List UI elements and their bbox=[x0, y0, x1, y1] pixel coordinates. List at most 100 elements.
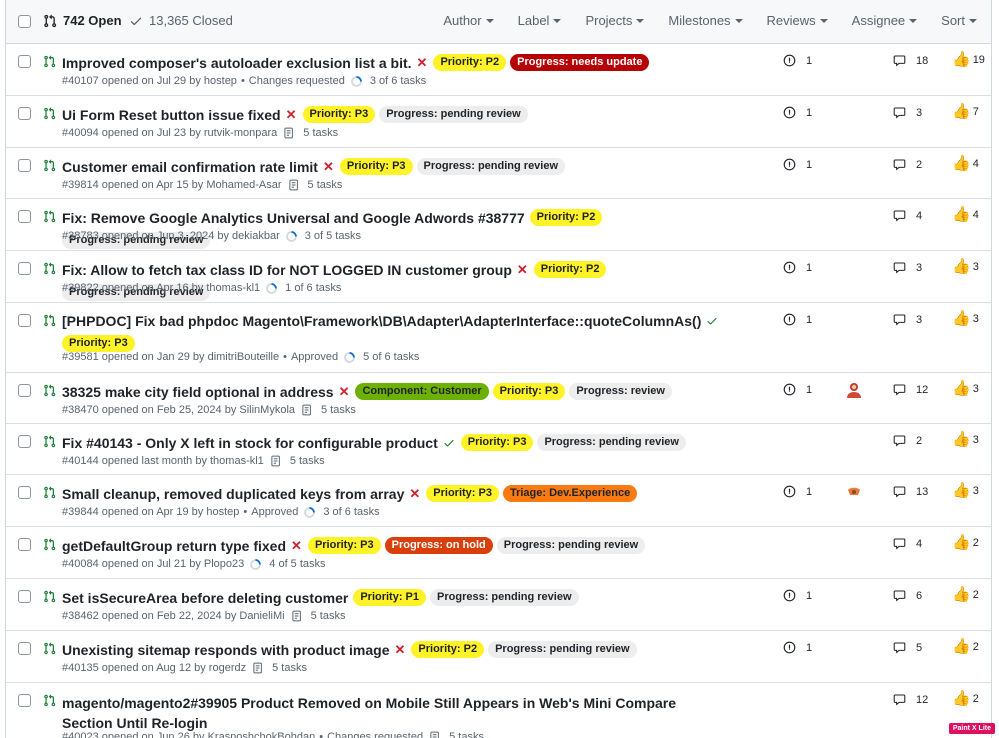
pull-request-row[interactable]: Unexisting sitemap responds with product… bbox=[6, 631, 991, 683]
author-filter[interactable]: Author bbox=[443, 13, 494, 28]
assignee-filter[interactable]: Assignee bbox=[852, 13, 918, 28]
pull-request-row[interactable]: Fix: Allow to fetch tax class ID for NOT… bbox=[6, 251, 991, 303]
row-checkbox[interactable] bbox=[18, 384, 31, 397]
thumbs-up-reaction[interactable]: 👍 4 bbox=[952, 156, 979, 171]
comments-link[interactable]: 4 bbox=[893, 209, 922, 222]
review-count[interactable]: 1 bbox=[783, 589, 812, 602]
label-priority[interactable]: Priority: P2 bbox=[533, 261, 607, 278]
label-priority[interactable]: Priority: P2 bbox=[529, 209, 603, 226]
thumbs-up-reaction[interactable]: 👍 19 bbox=[952, 52, 985, 67]
review-count[interactable]: 1 bbox=[783, 641, 812, 654]
comments-link[interactable]: 3 bbox=[893, 106, 922, 119]
assignee-avatar[interactable] bbox=[845, 381, 863, 399]
label-priority[interactable]: Priority: P3 bbox=[307, 537, 381, 554]
comments-link[interactable]: 12 bbox=[893, 383, 928, 396]
milestones-filter[interactable]: Milestones bbox=[668, 13, 743, 28]
pull-request-title[interactable]: Fix #40143 - Only X left in stock for co… bbox=[62, 435, 438, 451]
checks-passed-icon[interactable] bbox=[706, 315, 718, 327]
thumbs-up-reaction[interactable]: 👍 2 bbox=[952, 691, 979, 706]
pull-request-title[interactable]: Fix: Remove Google Analytics Universal a… bbox=[62, 210, 525, 226]
comments-link[interactable]: 13 bbox=[893, 485, 928, 498]
label-pending[interactable]: Progress: review bbox=[569, 383, 672, 400]
checks-failed-icon[interactable]: ✕ bbox=[323, 159, 334, 175]
open-filter[interactable]: 742 Open bbox=[43, 13, 122, 28]
thumbs-up-reaction[interactable]: 👍 2 bbox=[952, 587, 979, 602]
label-pending[interactable]: Progress: pending review bbox=[537, 434, 686, 451]
row-checkbox[interactable] bbox=[18, 435, 31, 448]
pull-request-row[interactable]: magento/magento2#39905 Product Removed o… bbox=[6, 683, 991, 738]
thumbs-up-reaction[interactable]: 👍 7 bbox=[952, 104, 979, 119]
review-status[interactable]: Changes requested bbox=[249, 75, 345, 87]
label-on-hold[interactable]: Progress: on hold bbox=[384, 537, 493, 554]
checks-failed-icon[interactable]: ✕ bbox=[409, 486, 420, 502]
label-triage[interactable]: Triage: Dev.Experience bbox=[502, 485, 638, 502]
sort-filter[interactable]: Sort bbox=[941, 13, 977, 28]
label-priority[interactable]: Priority: P2 bbox=[411, 641, 485, 658]
row-checkbox[interactable] bbox=[18, 486, 31, 499]
review-count[interactable]: 1 bbox=[783, 106, 812, 119]
thumbs-up-reaction[interactable]: 👍 3 bbox=[952, 381, 979, 396]
pull-request-title[interactable]: [PHPDOC] Fix bad phpdoc Magento\Framewor… bbox=[62, 313, 701, 329]
pull-request-title[interactable]: magento/magento2#39905 Product Removed o… bbox=[62, 693, 726, 733]
pull-request-title[interactable]: Customer email confirmation rate limit bbox=[62, 159, 318, 175]
comments-link[interactable]: 6 bbox=[893, 589, 922, 602]
pull-request-title[interactable]: Ui Form Reset button issue fixed bbox=[62, 107, 281, 123]
review-status[interactable]: Changes requested bbox=[327, 731, 423, 738]
pull-request-title[interactable]: getDefaultGroup return type fixed bbox=[62, 538, 286, 554]
pull-request-row[interactable]: Customer email confirmation rate limit ✕ P… bbox=[6, 148, 991, 199]
checks-failed-icon[interactable]: ✕ bbox=[291, 538, 302, 554]
projects-filter[interactable]: Projects bbox=[585, 13, 645, 28]
comments-link[interactable]: 4 bbox=[893, 537, 922, 550]
thumbs-up-reaction[interactable]: 👍 3 bbox=[952, 259, 979, 274]
closed-filter[interactable]: 13,365 Closed bbox=[129, 13, 233, 28]
pull-request-title[interactable]: Unexisting sitemap responds with product… bbox=[62, 642, 390, 658]
row-checkbox[interactable] bbox=[18, 159, 31, 172]
pull-request-row[interactable]: 38325 make city field optional in addres… bbox=[6, 373, 991, 424]
review-count[interactable]: 1 bbox=[783, 54, 812, 67]
review-count[interactable]: 1 bbox=[783, 313, 812, 326]
comments-link[interactable]: 12 bbox=[893, 693, 928, 706]
label-priority[interactable]: Priority: P3 bbox=[426, 485, 499, 502]
label-priority[interactable]: Priority: P3 bbox=[492, 383, 566, 400]
label-pending[interactable]: Progress: pending review bbox=[430, 589, 579, 606]
thumbs-up-reaction[interactable]: 👍 3 bbox=[952, 483, 979, 498]
pull-request-title[interactable]: Improved composer's autoloader exclusion… bbox=[62, 55, 412, 71]
thumbs-up-reaction[interactable]: 👍 3 bbox=[952, 432, 979, 447]
assignee-avatar[interactable] bbox=[845, 483, 863, 501]
row-checkbox[interactable] bbox=[18, 590, 31, 603]
comments-link[interactable]: 5 bbox=[893, 641, 922, 654]
label-priority[interactable]: Priority: P1 bbox=[353, 589, 427, 606]
comments-link[interactable]: 2 bbox=[893, 158, 922, 171]
pull-request-row[interactable]: Ui Form Reset button issue fixed ✕ Priorit… bbox=[6, 96, 991, 148]
checks-failed-icon[interactable]: ✕ bbox=[286, 107, 297, 123]
reviews-filter[interactable]: Reviews bbox=[767, 13, 828, 28]
label-filter[interactable]: Label bbox=[518, 13, 562, 28]
label-pending[interactable]: Progress: pending review bbox=[416, 158, 566, 175]
pull-request-title[interactable]: 38325 make city field optional in addres… bbox=[62, 384, 334, 400]
pull-request-row[interactable]: Fix #40143 - Only X left in stock for co… bbox=[6, 424, 991, 475]
row-checkbox[interactable] bbox=[18, 107, 31, 120]
pull-request-title[interactable]: Fix: Allow to fetch tax class ID for NOT… bbox=[62, 262, 512, 278]
review-count[interactable]: 1 bbox=[783, 383, 812, 396]
label-priority[interactable]: Priority: P2 bbox=[433, 54, 507, 71]
pull-request-title[interactable]: Set isSecureArea before deleting custome… bbox=[62, 590, 348, 606]
review-status[interactable]: Approved bbox=[251, 506, 298, 518]
row-checkbox[interactable] bbox=[18, 642, 31, 655]
comments-link[interactable]: 18 bbox=[893, 54, 928, 67]
select-all-checkbox[interactable] bbox=[18, 15, 31, 28]
checks-passed-icon[interactable] bbox=[443, 437, 455, 449]
pull-request-row[interactable]: Improved composer's autoloader exclusion… bbox=[6, 44, 991, 96]
label-pending[interactable]: Progress: pending review bbox=[379, 106, 528, 123]
pull-request-title[interactable]: Small cleanup, removed duplicated keys f… bbox=[62, 486, 404, 502]
checks-failed-icon[interactable]: ✕ bbox=[395, 642, 406, 658]
comments-link[interactable]: 3 bbox=[893, 261, 922, 274]
comments-link[interactable]: 2 bbox=[893, 434, 922, 447]
row-checkbox[interactable] bbox=[18, 262, 31, 275]
review-count[interactable]: 1 bbox=[783, 261, 812, 274]
thumbs-up-reaction[interactable]: 👍 3 bbox=[952, 311, 979, 326]
checks-failed-icon[interactable]: ✕ bbox=[339, 384, 350, 400]
review-count[interactable]: 1 bbox=[783, 158, 812, 171]
label-needs-update[interactable]: Progress: needs update bbox=[510, 54, 650, 71]
label-pending[interactable]: Progress: pending review bbox=[488, 641, 637, 658]
review-status[interactable]: Approved bbox=[291, 351, 338, 363]
